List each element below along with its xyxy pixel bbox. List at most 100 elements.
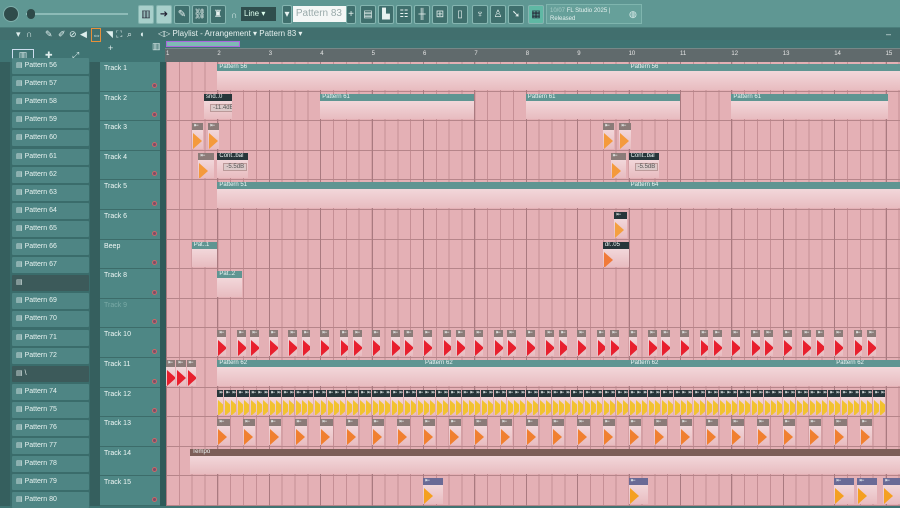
track-mute-dot[interactable] [152,378,157,384]
audio-clip[interactable]: ⇤ [872,389,879,416]
audio-clip[interactable]: ⇤ [879,389,886,416]
audio-clip[interactable]: ⇤ [307,389,314,416]
pattern-item[interactable]: ▤ Pattern 63 [12,184,89,201]
menu-arrow-icon[interactable]: ▾ [16,28,21,40]
audio-clip[interactable]: ⇤ [294,389,301,416]
audio-clip[interactable]: ⇤ [718,389,725,416]
audio-clip[interactable]: ⇤ [243,389,250,416]
globe-icon[interactable]: ◍ [629,8,637,20]
pattern-item[interactable]: ▤ Pattern 67 [12,257,89,274]
master-volume-knob[interactable] [3,6,19,22]
track-mute-dot[interactable] [152,437,157,443]
audio-clip[interactable]: ⇤ [834,419,847,445]
pattern-clip[interactable]: Pattern 56 [628,64,900,90]
audio-clip[interactable]: ⇤ [628,478,649,504]
playlist-window-button[interactable]: ▤ [360,5,376,24]
audio-clip[interactable]: ⇤ [577,389,584,416]
plugin-button[interactable]: ♆ [472,5,488,24]
audio-clip[interactable]: ⇤ [757,419,770,445]
audio-clip[interactable]: ⇤ [320,330,329,356]
audio-clip[interactable]: ⇤ [208,123,220,149]
audio-clip[interactable]: ⇤ [288,389,295,416]
automation-clip[interactable]: Tempo [190,448,900,475]
pattern-item[interactable]: ▤ Pattern 71 [12,329,89,346]
pattern-item[interactable]: ▤ Pattern 61 [12,148,89,165]
audio-clip[interactable]: ⇤ [808,389,815,416]
audio-clip[interactable]: ⇤ [731,330,741,356]
audio-clip[interactable]: ⇤ [667,389,674,416]
arrow-button[interactable]: ➜ [156,5,172,24]
audio-clip[interactable]: ⇤ [602,419,616,445]
audio-clip[interactable]: ⇤ [345,419,359,445]
pattern-clip[interactable]: Pattern 62 [217,360,423,386]
audio-clip[interactable]: ⇤ [353,330,362,356]
audio-clip[interactable]: ⇤ [333,389,340,416]
audio-clip[interactable]: ⇤ [712,330,722,356]
track-header[interactable]: Track 6 [100,210,160,240]
magnet-icon[interactable]: ∩ [231,9,237,21]
help-button[interactable]: ♙ [490,5,506,24]
snap-select[interactable]: Line ▾ [241,7,276,21]
track-header[interactable]: Track 13 [100,417,160,447]
audio-clip[interactable]: ⇤ [769,389,776,416]
audio-clip[interactable]: ⇤ [628,389,635,416]
audio-clip[interactable]: ⇤ [577,419,590,445]
audio-clip[interactable]: ⇤ [614,212,627,238]
audio-clip[interactable]: ⇤ [866,389,873,416]
track-mute-dot[interactable] [152,496,157,502]
audio-clip[interactable]: ⇤ [661,330,671,356]
audio-clip[interactable]: ⇤ [660,389,667,416]
audio-clip[interactable]: ⇤ [757,389,764,416]
audio-clip[interactable]: ⇤ [596,389,603,416]
piano-roll-mode-button[interactable]: ▥ [138,5,154,24]
pattern-clip[interactable]: Pattern 64 [628,182,900,208]
audio-clip[interactable]: Cont..bal -5.5dB [217,152,249,179]
audio-clip[interactable]: ⇤ [712,389,719,416]
audio-clip[interactable]: ⇤ [609,389,616,416]
audio-clip[interactable]: ⇤ [680,330,689,356]
audio-clip[interactable]: ⇤ [423,330,432,356]
audio-clip[interactable]: ⇤ [551,419,564,445]
audio-clip[interactable]: ⇤ [557,389,564,416]
audio-clip[interactable]: ⇤ [641,389,648,416]
stamp-button[interactable]: ♜ [210,5,226,24]
pencil-icon[interactable]: ✎ [45,28,53,40]
audio-clip[interactable]: ⇤ [834,478,854,504]
audio-clip[interactable]: ⇤ [583,389,590,416]
audio-clip[interactable]: ⇤ [236,330,246,356]
audio-clip[interactable]: ⇤ [268,419,282,445]
audio-clip[interactable]: ⇤ [686,389,693,416]
audio-clip[interactable]: ⇤ [371,419,384,445]
audio-clip[interactable]: ⇤ [615,389,622,416]
audio-clip[interactable]: ⇤ [827,389,834,416]
audio-clip[interactable]: ⇤ [590,389,597,416]
horizontal-scrollbar[interactable] [166,41,240,47]
track-mute-dot[interactable] [152,260,157,266]
audio-clip[interactable]: ⇤ [654,419,667,445]
master-pitch-slider[interactable] [26,13,128,15]
audio-clip[interactable]: ⇤ [442,389,449,416]
audio-clip[interactable]: ⇤ [506,389,513,416]
audio-clip[interactable]: ⇤ [371,389,378,416]
track-header[interactable]: Track 3 [100,121,160,151]
pattern-clip[interactable]: Pattern 62 [834,360,900,386]
pattern-item[interactable]: ▤ Pattern 76 [12,420,89,436]
minimize-icon[interactable]: – [886,28,891,40]
audio-clip[interactable]: ⇤ [423,478,443,504]
audio-clip[interactable]: ⇤ [236,389,243,416]
link-button[interactable]: ⛓ [192,5,208,24]
audio-clip[interactable]: ⇤ [731,419,744,445]
audio-clip[interactable]: ⇤ [410,389,417,416]
audio-clip[interactable]: ⇤ [525,389,532,416]
audio-clip[interactable]: ⇤ [403,389,410,416]
audio-clip[interactable]: ⇤ [883,478,900,504]
audio-clip[interactable]: ⇤ [847,389,854,416]
browser-button[interactable]: ⊞ [432,5,448,24]
audio-clip[interactable]: ⇤ [255,389,262,416]
track-header[interactable]: Track 1 [100,62,160,92]
pattern-clip[interactable]: Pattern 61 [731,93,889,120]
audio-clip[interactable]: ⇤ [808,419,821,445]
audio-clip[interactable]: ⇤ [262,389,269,416]
audio-clip[interactable]: ⇤ [474,330,484,356]
audio-clip[interactable]: ⇤ [294,419,307,445]
